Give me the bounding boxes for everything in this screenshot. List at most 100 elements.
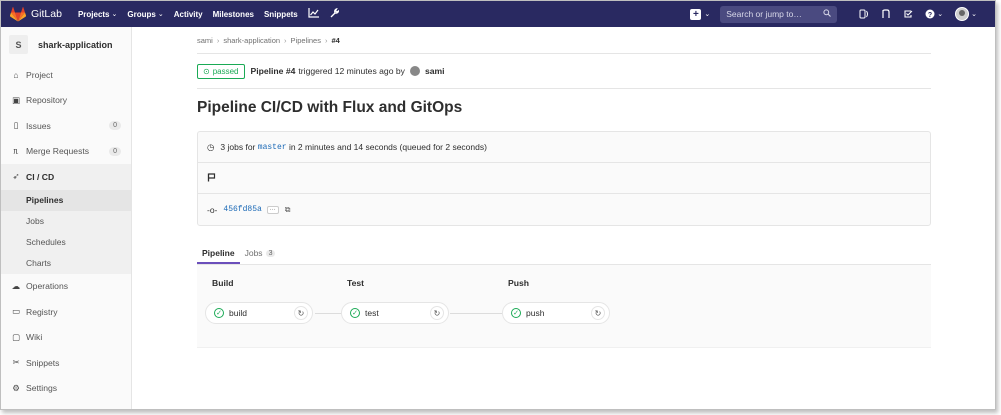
commit-row: -o- 456fd85a ··· ⧉ [198, 194, 930, 225]
scissors-icon: ✂ [12, 357, 20, 368]
rocket-icon: ➶ [12, 171, 20, 182]
merge-request-icon: ᥰ [13, 145, 19, 156]
brand-name: GitLab [31, 8, 62, 20]
pipeline-graph: Build Test Push ✓ build ↻ ✓ test ↻ ✓ pus… [197, 265, 931, 348]
tab-jobs[interactable]: Jobs 3 [240, 248, 281, 264]
status-label: passed [212, 66, 239, 76]
issues-count-badge: 0 [109, 121, 121, 131]
sidebar-item-repository[interactable]: ▣ Repository [1, 88, 131, 114]
pipeline-info-box: ◷ 3 jobs for master in 2 minutes and 14 … [197, 131, 931, 226]
nav-links: Projects ⌄ Groups ⌄ Activity Milestones Sn… [78, 7, 349, 21]
nav-milestones[interactable]: Milestones [213, 10, 254, 19]
project-avatar: S [9, 35, 28, 54]
pipeline-header: ⊙ passed Pipeline #4 triggered 12 minute… [197, 54, 931, 89]
sidebar-item-merge-requests[interactable]: ᥰ Merge Requests 0 [1, 139, 131, 165]
stage-connector [450, 313, 502, 314]
job-build[interactable]: ✓ build ↻ [205, 302, 313, 324]
retry-icon[interactable]: ↻ [294, 306, 308, 320]
job-name: push [526, 308, 545, 318]
sidebar-item-label: Settings [26, 383, 58, 394]
merge-requests-count-badge: 0 [109, 146, 121, 156]
home-icon: ⌂ [13, 69, 19, 80]
chevron-right-icon: › [284, 35, 287, 45]
copy-icon[interactable]: ⧉ [285, 205, 291, 215]
gitlab-logo[interactable]: GitLab [10, 6, 62, 22]
breadcrumb-item[interactable]: shark-application [223, 36, 280, 45]
nav-activity-label: Activity [173, 9, 203, 19]
svg-text:?: ? [928, 12, 932, 19]
status-badge[interactable]: ⊙ passed [197, 63, 245, 79]
main-content: sami › shark-application › Pipelines › #4 ⊙… [197, 27, 931, 348]
nav-snippets-label: Snippets [263, 9, 298, 19]
sidebar-item-issues[interactable]: ▯ Issues 0 [1, 113, 131, 139]
sidebar-item-cicd[interactable]: ➶ CI / CD [1, 164, 131, 190]
breadcrumb-current[interactable]: #4 [331, 36, 339, 45]
retry-icon[interactable]: ↻ [591, 306, 605, 320]
flag-icon [207, 172, 216, 184]
sidebar-item-label: Snippets [26, 357, 60, 368]
jobs-suffix: in 2 minutes and 14 seconds (queued for … [288, 142, 487, 152]
sidebar-item-operations[interactable]: ☁ Operations [1, 274, 131, 300]
cloud-gear-icon: ☁ [11, 280, 21, 291]
avatar[interactable] [409, 66, 420, 76]
search-box[interactable] [720, 5, 838, 23]
project-header[interactable]: S shark-application [1, 27, 131, 62]
project-name: shark-application [38, 39, 113, 50]
container-icon: ▭ [11, 306, 21, 317]
chevron-down-icon[interactable]: ⌄ [971, 10, 977, 18]
search-icon [823, 9, 832, 19]
job-name: test [365, 308, 379, 318]
sidebar-item-registry[interactable]: ▭ Registry [1, 299, 131, 325]
sidebar-item-label: Issues [26, 120, 51, 131]
sidebar-item-settings[interactable]: ⚙ Settings [1, 376, 131, 402]
top-nav: GitLab Projects ⌄ Groups ⌄ Activity Milest… [1, 1, 995, 27]
check-circle-icon: ✓ [350, 308, 360, 318]
nav-activity[interactable]: Activity [174, 10, 203, 19]
commit-sha-link[interactable]: 456fd85a [223, 205, 261, 214]
sidebar-subitem-jobs[interactable]: Jobs [1, 211, 131, 232]
tab-pipeline[interactable]: Pipeline [197, 248, 240, 264]
breadcrumb-item[interactable]: sami [197, 36, 213, 45]
breadcrumb: sami › shark-application › Pipelines › #4 [197, 27, 931, 54]
issues-icon[interactable] [859, 9, 869, 19]
nav-groups-label: Groups [127, 9, 156, 19]
sidebar-subitem-pipelines[interactable]: Pipelines [1, 189, 131, 211]
job-test[interactable]: ✓ test ↻ [341, 302, 449, 324]
retry-icon[interactable]: ↻ [430, 306, 444, 320]
nav-groups[interactable]: Groups ⌄ [127, 10, 163, 19]
sidebar-item-label: Merge Requests [26, 146, 90, 157]
job-push[interactable]: ✓ push ↻ [502, 302, 610, 324]
sidebar-item-label: Wiki [26, 332, 43, 343]
book-icon: ▣ [11, 94, 21, 105]
commit-message-row [198, 163, 930, 194]
nav-snippets[interactable]: Snippets [264, 10, 298, 19]
todo-icon[interactable] [903, 9, 913, 19]
pipeline-user[interactable]: sami [425, 66, 445, 76]
check-circle-icon: ✓ [511, 308, 521, 318]
sidebar-item-wiki[interactable]: ▢ Wiki [1, 325, 131, 351]
nav-milestones-label: Milestones [212, 9, 254, 19]
sidebar-item-project[interactable]: ⌂ Project [1, 62, 131, 88]
stage-title-test: Test [347, 278, 365, 288]
jobs-prefix: 3 jobs for [220, 142, 256, 152]
new-dropdown-button[interactable]: + ⌄ [690, 8, 710, 20]
user-avatar[interactable] [955, 7, 970, 21]
expand-commit-button[interactable]: ··· [266, 205, 279, 214]
help-icon[interactable]: ? ⌄ [925, 9, 943, 19]
search-input[interactable] [726, 9, 817, 19]
sidebar-item-label: CI / CD [26, 171, 55, 182]
sidebar-item-snippets[interactable]: ✂ Snippets [1, 350, 131, 376]
sidebar-subitem-schedules[interactable]: Schedules [1, 232, 131, 253]
tab-label: Pipeline [202, 248, 235, 258]
jobs-count-badge: 3 [265, 249, 276, 257]
chevron-down-icon: ⌄ [937, 11, 944, 18]
stage-connector [315, 313, 343, 314]
breadcrumb-item[interactable]: Pipelines [291, 36, 321, 45]
fox-logo-icon [10, 6, 26, 21]
chart-icon[interactable] [308, 7, 319, 21]
wrench-icon[interactable] [329, 7, 340, 21]
merge-request-icon[interactable] [881, 9, 891, 19]
sidebar-subitem-charts[interactable]: Charts [1, 253, 131, 274]
branch-link[interactable]: master [258, 143, 287, 152]
nav-projects[interactable]: Projects ⌄ [78, 10, 117, 19]
